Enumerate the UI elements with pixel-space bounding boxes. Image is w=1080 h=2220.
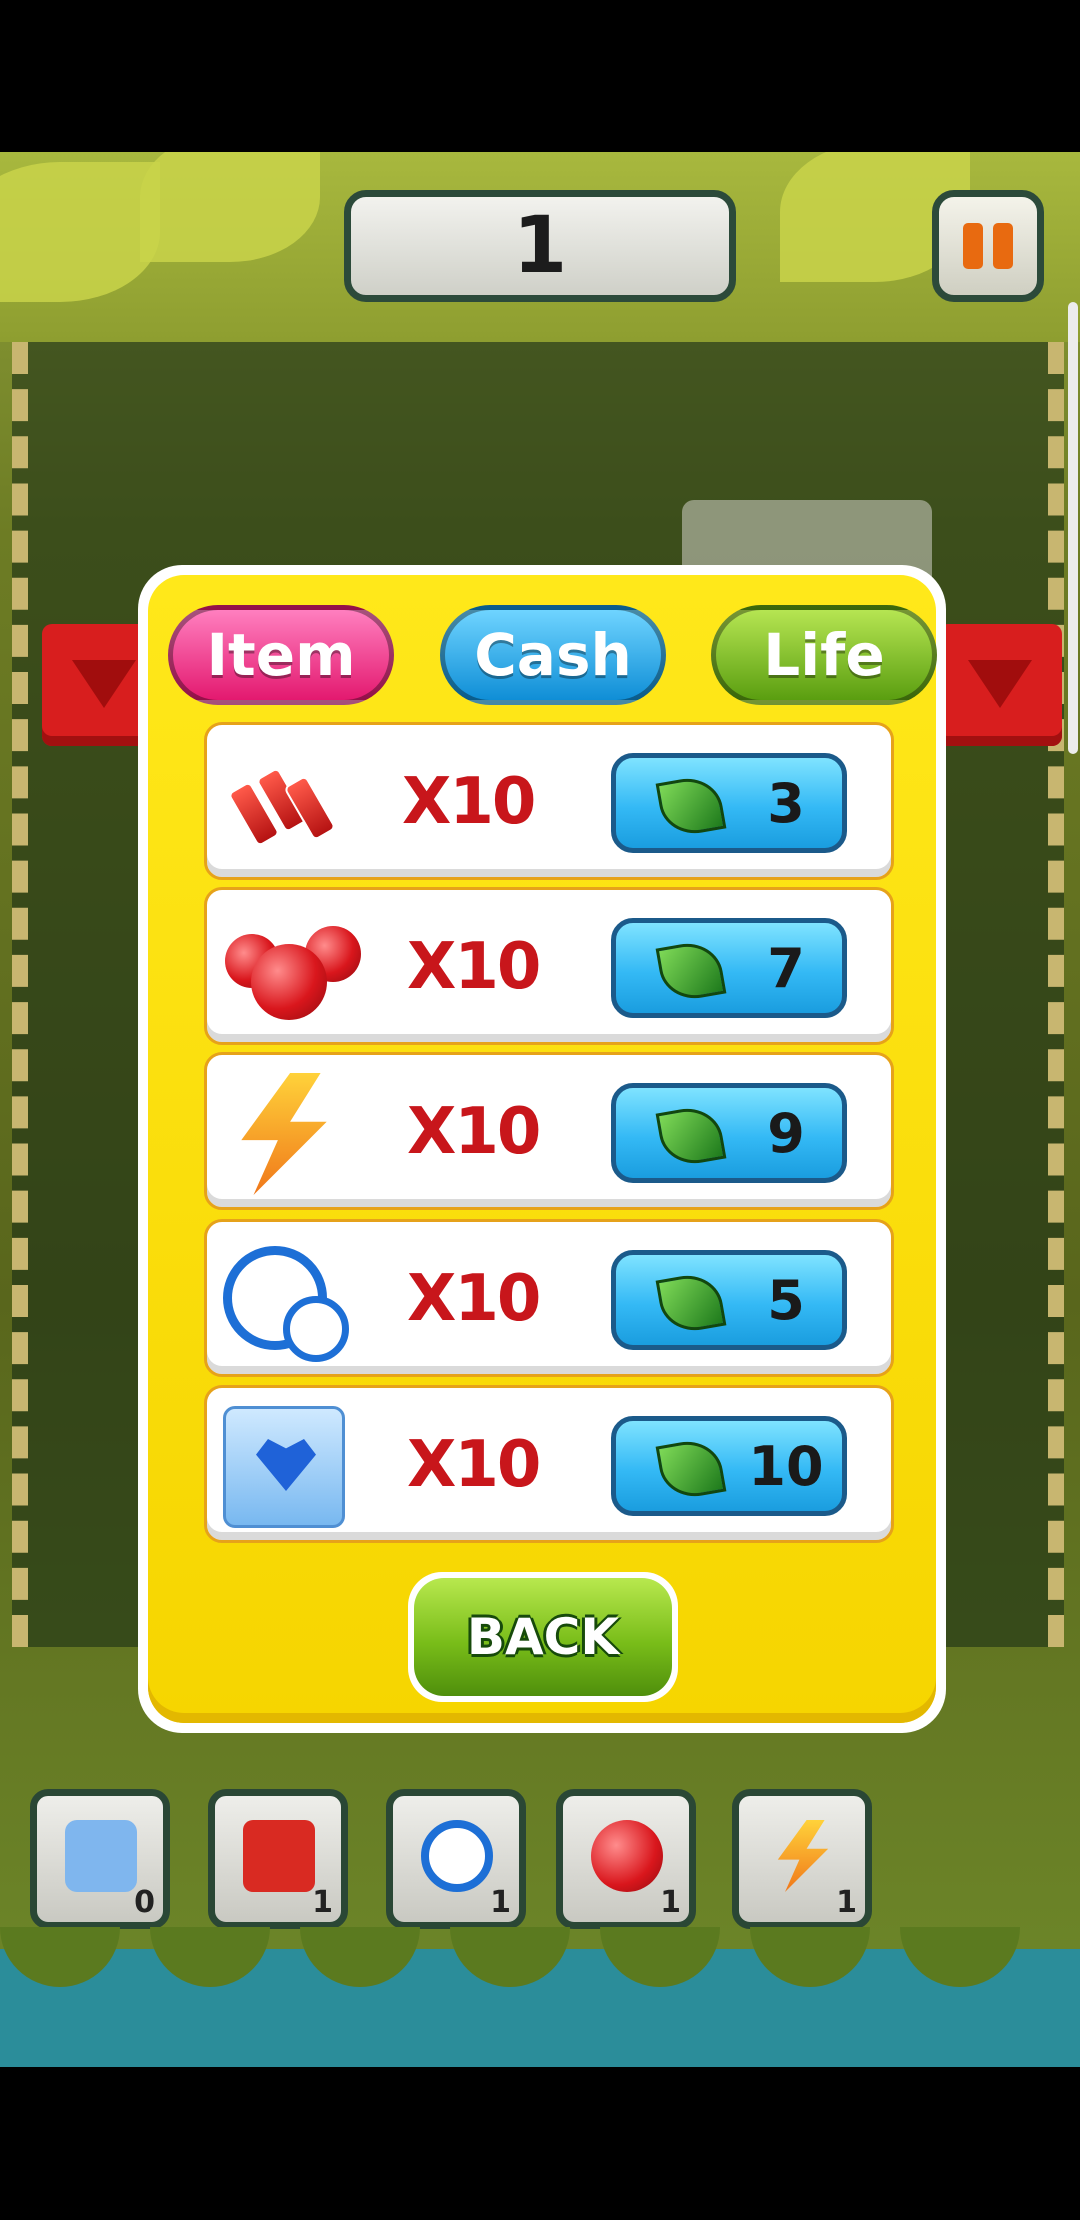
leaf-icon bbox=[655, 773, 727, 839]
item-price: 7 bbox=[767, 937, 805, 1000]
leaf-icon bbox=[655, 1436, 727, 1502]
dynamite-icon bbox=[223, 743, 345, 865]
shop-item-row: X10 9 bbox=[204, 1052, 894, 1210]
item-quantity: X10 bbox=[407, 930, 541, 1004]
ice-block-icon bbox=[223, 1406, 345, 1528]
leaf-icon bbox=[655, 938, 727, 1004]
item-price: 3 bbox=[767, 772, 805, 835]
leaf-icon bbox=[655, 1270, 727, 1336]
clock-icon bbox=[223, 1240, 349, 1362]
tab-life[interactable]: Life bbox=[711, 605, 937, 705]
shop-item-row: X10 5 bbox=[204, 1219, 894, 1377]
leaf-icon bbox=[655, 1103, 727, 1169]
item-price: 5 bbox=[767, 1269, 805, 1332]
buy-button[interactable]: 3 bbox=[611, 753, 847, 853]
item-price: 10 bbox=[748, 1435, 824, 1498]
item-quantity: X10 bbox=[407, 1095, 541, 1169]
tab-life-label: Life bbox=[763, 621, 885, 689]
shop-dialog: Item Cash Life X10 3 X10 7 X10 9 X10 5 X… bbox=[138, 565, 946, 1733]
shop-overlay: Item Cash Life X10 3 X10 7 X10 9 X10 5 X… bbox=[0, 0, 1080, 2220]
item-quantity: X10 bbox=[407, 1262, 541, 1336]
buy-button[interactable]: 7 bbox=[611, 918, 847, 1018]
back-button[interactable]: BACK bbox=[408, 1572, 678, 1702]
cherry-bomb-icon bbox=[223, 908, 361, 1030]
back-button-label: BACK bbox=[414, 1578, 672, 1696]
buy-button[interactable]: 10 bbox=[611, 1416, 847, 1516]
lightning-icon bbox=[241, 1073, 327, 1195]
shop-dialog-body: Item Cash Life X10 3 X10 7 X10 9 X10 5 X… bbox=[148, 575, 937, 1723]
shop-item-row: X10 10 bbox=[204, 1385, 894, 1543]
tab-item[interactable]: Item bbox=[168, 605, 394, 705]
shop-item-row: X10 7 bbox=[204, 887, 894, 1045]
buy-button[interactable]: 5 bbox=[611, 1250, 847, 1350]
tab-cash[interactable]: Cash bbox=[440, 605, 666, 705]
shop-item-row: X10 3 bbox=[204, 722, 894, 880]
item-quantity: X10 bbox=[407, 1428, 541, 1502]
item-quantity: X10 bbox=[402, 765, 536, 839]
item-price: 9 bbox=[767, 1102, 805, 1165]
buy-button[interactable]: 9 bbox=[611, 1083, 847, 1183]
tab-item-label: Item bbox=[206, 621, 356, 689]
tab-cash-label: Cash bbox=[474, 621, 632, 689]
